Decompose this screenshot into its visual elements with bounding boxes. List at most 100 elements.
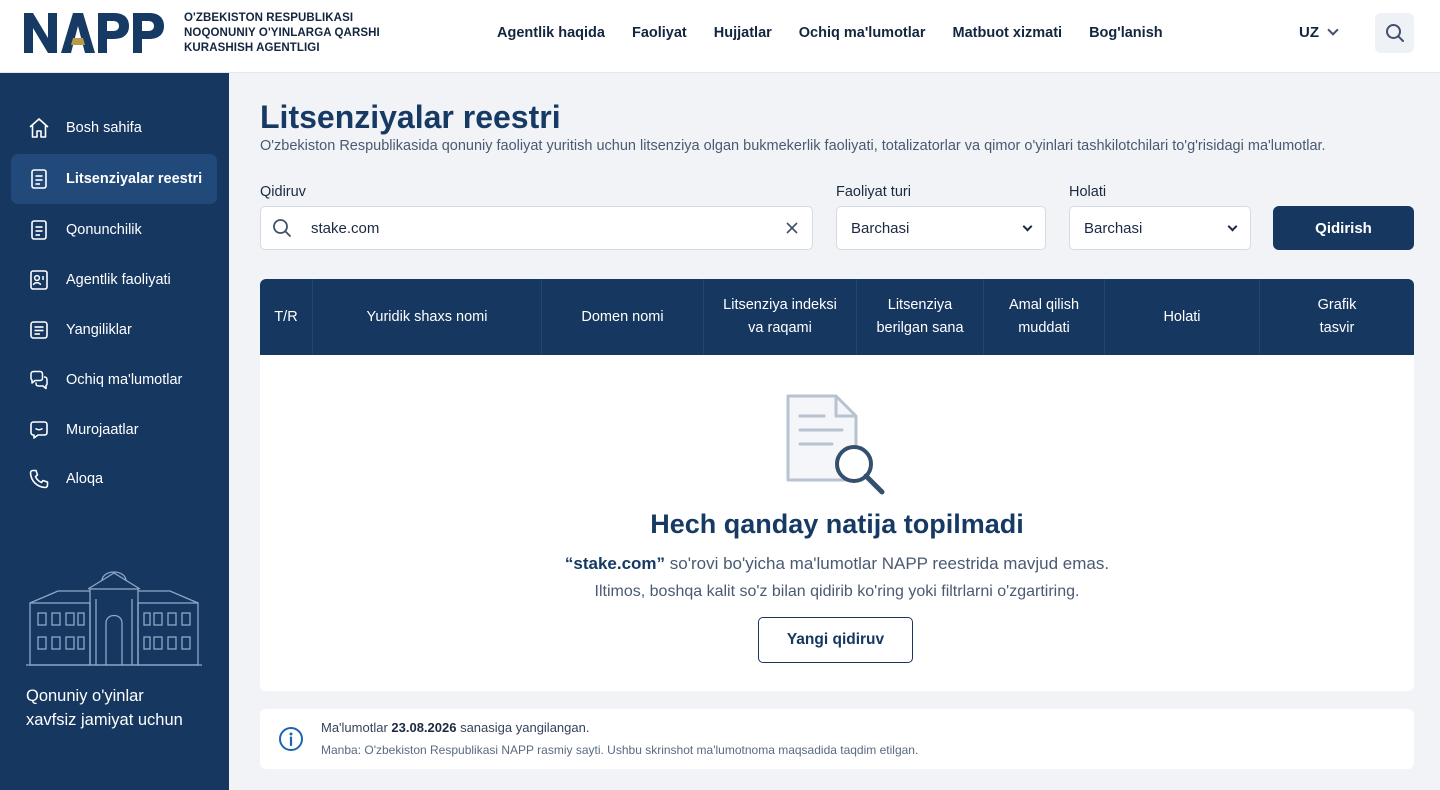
column-header-text: Yuridik shaxs nomi xyxy=(366,308,488,325)
search-submit-button[interactable]: Qidirish xyxy=(1273,206,1414,250)
chevron-down-icon xyxy=(1327,24,1339,36)
search-icon xyxy=(261,218,303,238)
nav-matbuot-xizmati[interactable]: Matbuot xizmati xyxy=(953,25,1063,41)
napp-logo-mark xyxy=(24,13,164,53)
column-header-text: Grafik tasvir xyxy=(1318,294,1357,340)
news-icon xyxy=(27,318,51,342)
nav-hujjatlar[interactable]: Hujjatlar xyxy=(714,25,772,41)
search-input-value: stake.com xyxy=(311,219,380,237)
column-header-status[interactable]: Holati xyxy=(1105,279,1260,355)
update-date-text: Ma'lumotlar 23.08.2026 sanasiga yangilan… xyxy=(321,720,589,735)
column-header-issue-date[interactable]: Litsenziya berilgan sana xyxy=(857,279,984,355)
sidebar-item-yangiliklar[interactable]: Yangiliklar xyxy=(11,305,217,355)
table-header: T/R Yuridik shaxs nomi Domen nomi Litsen… xyxy=(260,279,1414,355)
status-filter-select[interactable]: Barchasi xyxy=(1069,206,1251,250)
status-filter-label: Holati xyxy=(1069,184,1107,200)
column-header-text: T/R xyxy=(274,308,298,325)
home-icon xyxy=(27,116,51,140)
column-header-line: tasvir xyxy=(1319,320,1355,336)
sidebar-item-agentlik-faoliyati[interactable]: Agentlik faoliyati xyxy=(11,255,217,305)
column-header-line: Litsenziya indeksi xyxy=(723,297,837,313)
clear-icon[interactable] xyxy=(772,222,812,234)
napp-logo[interactable] xyxy=(24,12,166,54)
sidebar-item-ochiq-malumotlar[interactable]: Ochiq ma'lumotlar xyxy=(11,355,217,405)
sidebar-item-litsenziyalar-reestri[interactable]: Litsenziyalar reestri xyxy=(11,154,217,204)
document-icon xyxy=(27,167,51,191)
sidebar-item-label: Bosh sahifa xyxy=(66,120,142,136)
column-header-text: Amal qilish muddati xyxy=(1009,294,1079,340)
main-nav: Agentlik haqida Faoliyat Hujjatlar Ochiq… xyxy=(497,0,1190,66)
status-filter-value: Barchasi xyxy=(1084,219,1143,237)
column-header-line: Amal qilish xyxy=(1008,297,1080,313)
sidebar-item-aloqa[interactable]: Aloqa xyxy=(11,454,217,504)
type-filter-label: Faoliyat turi xyxy=(836,184,911,200)
search-label: Qidiruv xyxy=(260,184,306,200)
column-header-line: Grafik xyxy=(1317,297,1357,313)
type-filter-select[interactable]: Barchasi xyxy=(836,206,1046,250)
column-header-graphic[interactable]: Grafik tasvir xyxy=(1260,279,1414,355)
column-header-text: Litsenziya indeksi va raqami xyxy=(723,294,837,340)
agency-name: O'ZBEKISTON RESPUBLIKASI NOQONUNIY O'YIN… xyxy=(184,11,380,56)
info-icon xyxy=(278,726,304,757)
type-filter-value: Barchasi xyxy=(851,219,910,237)
page-title: Litsenziyalar reestri xyxy=(260,99,561,135)
language-value: UZ xyxy=(1299,24,1319,41)
slogan-line-2: xavfsiz jamiyat uchun xyxy=(26,711,183,729)
column-header-domain[interactable]: Domen nomi xyxy=(542,279,704,355)
sidebar-slogan: Qonuniy o'yinlar xavfsiz jamiyat uchun xyxy=(26,684,183,732)
agency-line-3: KURASHISH AGENTLIGI xyxy=(184,42,320,54)
sidebar-item-label: Litsenziyalar reestri xyxy=(66,171,203,187)
nav-faoliyat[interactable]: Faoliyat xyxy=(632,25,687,41)
sidebar-item-qonunchilik[interactable]: Qonunchilik xyxy=(11,205,217,255)
header-search-button[interactable] xyxy=(1375,13,1414,53)
sidebar: Bosh sahifa Litsenziyalar reestri Qonunc… xyxy=(0,73,229,790)
document-search-icon xyxy=(784,392,888,503)
chat-icon xyxy=(27,368,51,392)
page-subtitle: O'zbekiston Respublikasida qonuniy faoli… xyxy=(260,138,1326,154)
building-illustration xyxy=(26,559,204,672)
agency-line-2: NOQONUNIY O'YINLARGA QARSHI xyxy=(184,27,380,39)
column-header-line: Litsenziya xyxy=(887,297,953,313)
source-text: Manba: O'zbekiston Respublikasi NAPP ras… xyxy=(321,743,919,757)
sidebar-item-label: Agentlik faoliyati xyxy=(66,272,171,288)
message-icon xyxy=(27,418,51,442)
column-header-license-index[interactable]: Litsenziya indeksi va raqami xyxy=(704,279,857,355)
language-selector[interactable]: UZ xyxy=(1299,24,1339,41)
slogan-line-1: Qonuniy o'yinlar xyxy=(26,687,144,705)
update-date: 23.08.2026 xyxy=(391,720,457,735)
top-header: O'ZBEKISTON RESPUBLIKASI NOQONUNIY O'YIN… xyxy=(0,0,1440,73)
column-header-line: va raqami xyxy=(748,320,812,336)
chevron-down-icon xyxy=(1022,221,1033,231)
column-header-legal-name[interactable]: Yuridik shaxs nomi xyxy=(313,279,542,355)
new-search-button[interactable]: Yangi qidiruv xyxy=(758,617,913,663)
agency-line-1: O'ZBEKISTON RESPUBLIKASI xyxy=(184,12,354,24)
sidebar-item-label: Qonunchilik xyxy=(66,222,142,238)
column-header-validity[interactable]: Amal qilish muddati xyxy=(984,279,1105,355)
column-header-text: Holati xyxy=(1163,308,1201,325)
sidebar-item-murojaatlar[interactable]: Murojaatlar xyxy=(11,405,217,455)
chart-user-icon xyxy=(27,268,51,292)
nav-agentlik-haqida[interactable]: Agentlik haqida xyxy=(497,25,605,41)
search-input[interactable]: stake.com xyxy=(260,206,813,250)
document-icon xyxy=(27,218,51,242)
empty-state-query: “stake.com” xyxy=(564,554,666,573)
empty-state-title: Hech qanday natija topilmadi xyxy=(650,509,1024,539)
column-header-line: berilgan sana xyxy=(876,320,964,336)
sidebar-item-label: Murojaatlar xyxy=(66,422,139,438)
sidebar-item-bosh-sahifa[interactable]: Bosh sahifa xyxy=(11,103,217,153)
search-icon xyxy=(1385,24,1404,42)
column-header-line: muddati xyxy=(1018,320,1070,336)
sidebar-item-label: Ochiq ma'lumotlar xyxy=(66,372,183,388)
nav-boglanish[interactable]: Bog'lanish xyxy=(1089,25,1163,41)
license-table: T/R Yuridik shaxs nomi Domen nomi Litsen… xyxy=(260,279,1414,691)
chevron-down-icon xyxy=(1227,221,1238,231)
nav-ochiq-malumotlar[interactable]: Ochiq ma'lumotlar xyxy=(799,25,926,41)
sidebar-item-label: Aloqa xyxy=(66,471,104,487)
update-suffix: sanasiga yangilangan. xyxy=(456,720,590,735)
column-header-text: Domen nomi xyxy=(581,308,664,325)
empty-state-message: “stake.com” so'rovi bo'yicha ma'lumotlar… xyxy=(260,554,1414,574)
update-prefix: Ma'lumotlar xyxy=(321,720,392,735)
column-header-tr[interactable]: T/R xyxy=(260,279,313,355)
empty-state-hint: Iltimos, boshqa kalit so'z bilan qidirib… xyxy=(594,583,1080,600)
empty-state-message-text: so'rovi bo'yicha ma'lumotlar NAPP reestr… xyxy=(665,554,1110,573)
